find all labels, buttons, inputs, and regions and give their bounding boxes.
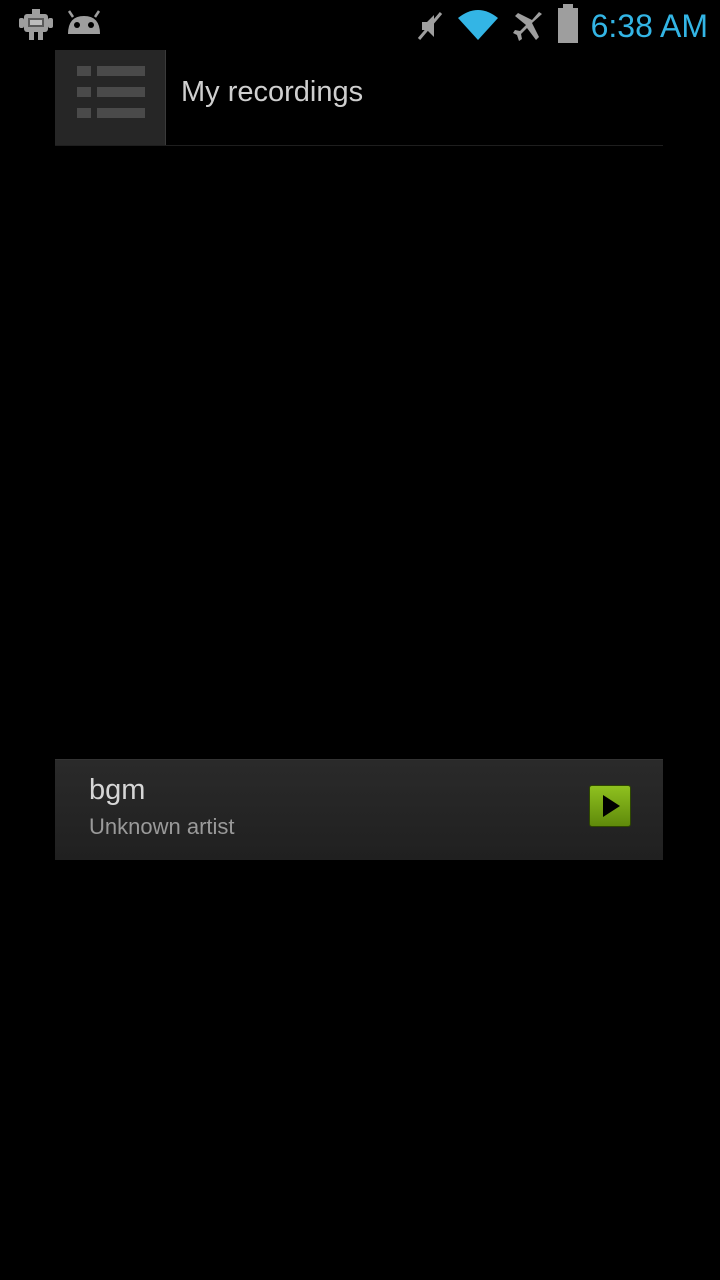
screen: 6:38 AM My recordings bgm Unknown artist (0, 0, 720, 1280)
list-item[interactable]: bgm Unknown artist (55, 759, 663, 860)
wifi-icon (456, 8, 500, 46)
status-bar: 6:38 AM (0, 0, 720, 50)
battery-icon (556, 4, 580, 48)
page-title: My recordings (181, 76, 364, 108)
play-icon (603, 795, 620, 817)
mute-icon (414, 10, 446, 46)
status-time: 6:38 AM (590, 8, 708, 44)
play-button[interactable] (589, 785, 631, 827)
airplane-mode-icon (512, 10, 546, 48)
list-menu-icon[interactable] (55, 50, 166, 145)
header: My recordings (55, 50, 663, 146)
android-icon (64, 8, 104, 44)
recording-artist: Unknown artist (89, 814, 235, 839)
recording-title: bgm (89, 774, 146, 806)
debug-robot-icon (18, 8, 54, 46)
